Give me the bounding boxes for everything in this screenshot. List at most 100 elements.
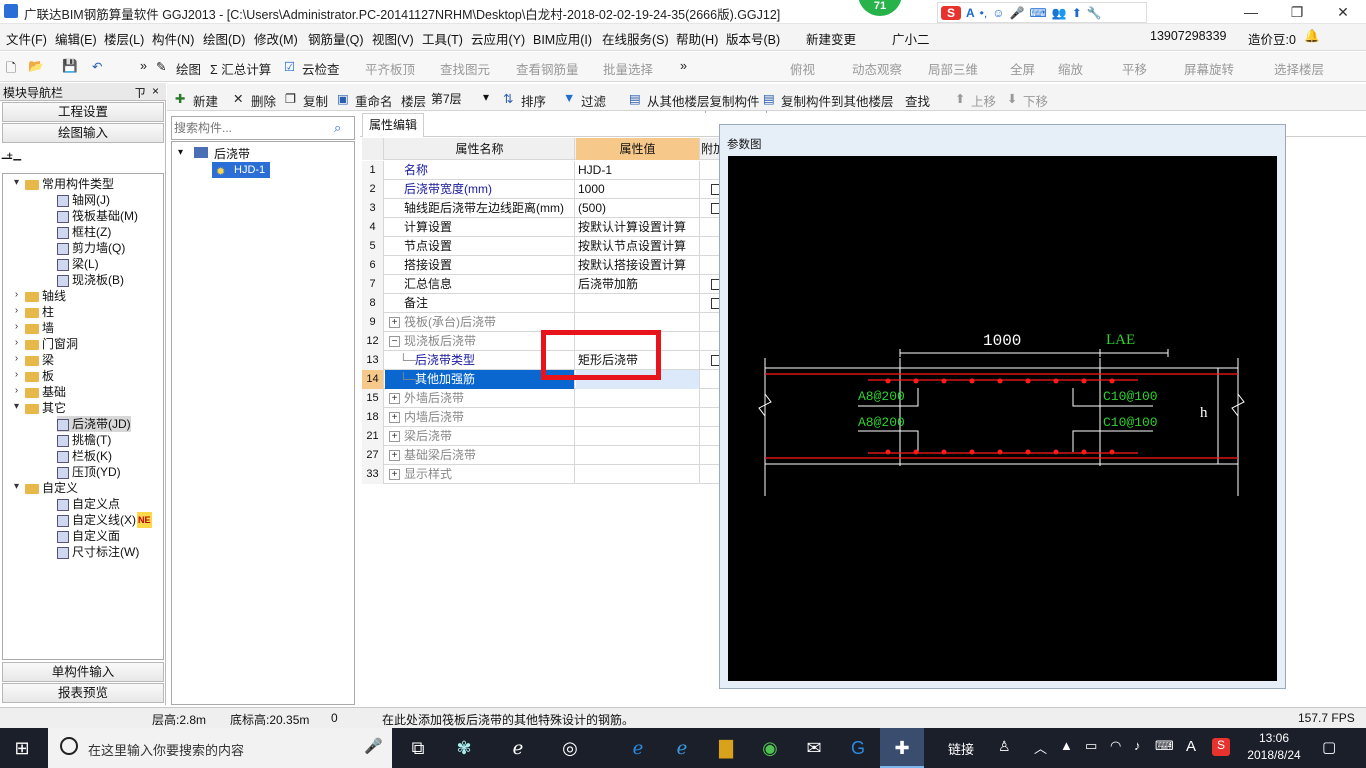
expander-icon[interactable]: ›: [11, 386, 22, 397]
menu-help[interactable]: 帮助(H): [676, 29, 718, 48]
wifi-icon[interactable]: ◠: [1110, 738, 1121, 754]
expander-icon[interactable]: ▾: [11, 482, 22, 493]
filter-button[interactable]: 过滤: [581, 91, 606, 110]
open-file-icon[interactable]: 📂: [28, 59, 44, 74]
expand-icon[interactable]: +: [389, 469, 400, 480]
nav-tree-item[interactable]: 梁(L): [3, 256, 163, 272]
menu-component[interactable]: 构件(N): [152, 29, 194, 48]
expand-all-icon[interactable]: ⁺̶ ̶: [6, 149, 17, 166]
collapse-icon[interactable]: −: [389, 336, 400, 347]
menu-view[interactable]: 视图(V): [372, 29, 414, 48]
expand-icon[interactable]: +: [389, 317, 400, 328]
score-badge[interactable]: 71: [858, 0, 902, 16]
battery-icon[interactable]: ▭: [1085, 738, 1097, 754]
table-row[interactable]: 7 汇总信息 后浇带加筋: [362, 275, 722, 294]
notification-icon[interactable]: ▢: [1322, 738, 1336, 756]
nav-tree-item[interactable]: ▾ 常用构件类型: [3, 176, 163, 192]
prop-name-cell[interactable]: + 梁后浇带: [385, 427, 575, 446]
nav-tree-item[interactable]: › 梁: [3, 352, 163, 368]
taskbar-search[interactable]: 在这里输入你要搜索的内容 🎤: [48, 728, 392, 768]
table-row[interactable]: 33 + 显示样式: [362, 465, 720, 484]
copy-to-floor-button[interactable]: 复制构件到其他楼层: [781, 91, 894, 110]
draw-button[interactable]: 绘图: [176, 59, 201, 78]
find-button[interactable]: 查找: [905, 91, 930, 110]
fan-app-icon[interactable]: ✾: [442, 728, 486, 768]
prop-name-cell[interactable]: 备注: [385, 294, 575, 313]
new-button[interactable]: 新建: [193, 91, 218, 110]
search-input[interactable]: [174, 119, 324, 137]
expander-icon[interactable]: ›: [11, 322, 22, 333]
prop-name-cell[interactable]: + 显示样式: [385, 465, 575, 484]
punct-icon[interactable]: •,: [980, 6, 988, 20]
prop-value-cell[interactable]: [576, 294, 700, 313]
prop-value-cell[interactable]: [576, 389, 700, 408]
comp-root[interactable]: 后浇带: [214, 145, 250, 162]
nav-tree-item[interactable]: 剪力墙(Q): [3, 240, 163, 256]
flush-slab-button[interactable]: 平齐板顶: [365, 59, 415, 78]
undo-icon[interactable]: ↶: [92, 59, 102, 74]
menu-rebar[interactable]: 钢筋量(Q): [308, 29, 364, 48]
orbit-button[interactable]: 动态观察: [852, 59, 902, 78]
comp-item-hjd1[interactable]: ✹ HJD-1: [212, 162, 270, 178]
swirl-app-icon[interactable]: ◎: [548, 728, 592, 768]
prop-extra-cell[interactable]: [701, 351, 722, 370]
floor-select[interactable]: 第7层 ▾: [429, 88, 493, 107]
prop-extra-cell[interactable]: [701, 218, 720, 237]
nav-tree-item[interactable]: 筏板基础(M): [3, 208, 163, 224]
nav-tree-item[interactable]: › 轴线: [3, 288, 163, 304]
wrench-icon[interactable]: 🔧: [1087, 6, 1102, 20]
prop-name-cell[interactable]: 名称: [385, 161, 575, 180]
local-3d-button[interactable]: 局部三维: [928, 59, 978, 78]
prop-extra-cell[interactable]: [701, 427, 720, 446]
prop-extra-cell[interactable]: [701, 408, 720, 427]
prop-extra-cell[interactable]: [701, 313, 720, 332]
prop-extra-cell[interactable]: [701, 446, 720, 465]
table-row[interactable]: 18 + 内墙后浇带: [362, 408, 720, 427]
nav-tree-item[interactable]: 压顶(YD): [3, 464, 163, 480]
nav-tree-item[interactable]: 自定义线(X) NE: [3, 512, 163, 528]
rename-button[interactable]: 重命名: [355, 91, 393, 110]
prop-value-cell[interactable]: [576, 427, 700, 446]
emoji-icon[interactable]: ☺: [992, 6, 1004, 20]
clock-date[interactable]: 2018/8/24: [1243, 748, 1305, 762]
move-down-button[interactable]: 下移: [1023, 91, 1048, 110]
save-icon[interactable]: 💾: [62, 59, 78, 74]
prop-extra-cell[interactable]: [701, 275, 722, 294]
volume-icon[interactable]: ♪: [1134, 738, 1141, 753]
nav-tree-item[interactable]: 自定义点: [3, 496, 163, 512]
nav-tree-item[interactable]: ▾ 自定义: [3, 480, 163, 496]
ime-tray[interactable]: A: [1186, 738, 1196, 755]
table-row[interactable]: 2 后浇带宽度(mm) 1000: [362, 180, 722, 199]
tab-properties[interactable]: 属性编辑: [362, 113, 424, 137]
windows-start-icon[interactable]: ⊞: [0, 728, 44, 768]
minimize-button[interactable]: —: [1228, 0, 1274, 24]
people-icon[interactable]: ♙: [998, 738, 1011, 755]
prop-name-cell[interactable]: + 外墙后浇带: [385, 389, 575, 408]
expander-icon[interactable]: ›: [11, 338, 22, 349]
expander-icon[interactable]: ›: [11, 370, 22, 381]
collapse-icon[interactable]: ▾: [178, 147, 183, 158]
expander-icon[interactable]: ▾: [11, 178, 22, 189]
menu-floor[interactable]: 楼层(L): [104, 29, 144, 48]
up-arrow-icon[interactable]: ⬆: [1072, 6, 1082, 20]
sogou-tray-icon[interactable]: S: [1212, 738, 1230, 756]
price-beans[interactable]: 造价豆:0: [1248, 29, 1296, 48]
nav-tree-item[interactable]: 轴网(J): [3, 192, 163, 208]
table-row[interactable]: 27 + 基础梁后浇带: [362, 446, 720, 465]
expand-icon[interactable]: +: [389, 431, 400, 442]
table-row[interactable]: 3 轴线距后浇带左边线距离(mm) (500): [362, 199, 722, 218]
prop-extra-cell[interactable]: [701, 294, 722, 313]
prop-extra-cell[interactable]: [701, 370, 720, 389]
search-icon[interactable]: ⌕: [334, 120, 341, 136]
copy-button[interactable]: 复制: [303, 91, 328, 110]
ggj-app-icon[interactable]: ✚: [880, 728, 924, 768]
expander-icon[interactable]: ›: [11, 306, 22, 317]
prop-name-cell[interactable]: 计算设置: [385, 218, 575, 237]
clock-time[interactable]: 13:06: [1248, 731, 1300, 745]
keyboard-icon[interactable]: ⌨: [1029, 6, 1046, 20]
menu-cloud[interactable]: 云应用(Y): [471, 29, 525, 48]
prop-value-cell[interactable]: 后浇带加筋: [576, 275, 700, 294]
table-row[interactable]: 5 节点设置 按默认节点设置计算: [362, 237, 720, 256]
prop-extra-cell[interactable]: [701, 161, 720, 180]
prop-name-cell[interactable]: 轴线距后浇带左边线距离(mm): [385, 199, 575, 218]
